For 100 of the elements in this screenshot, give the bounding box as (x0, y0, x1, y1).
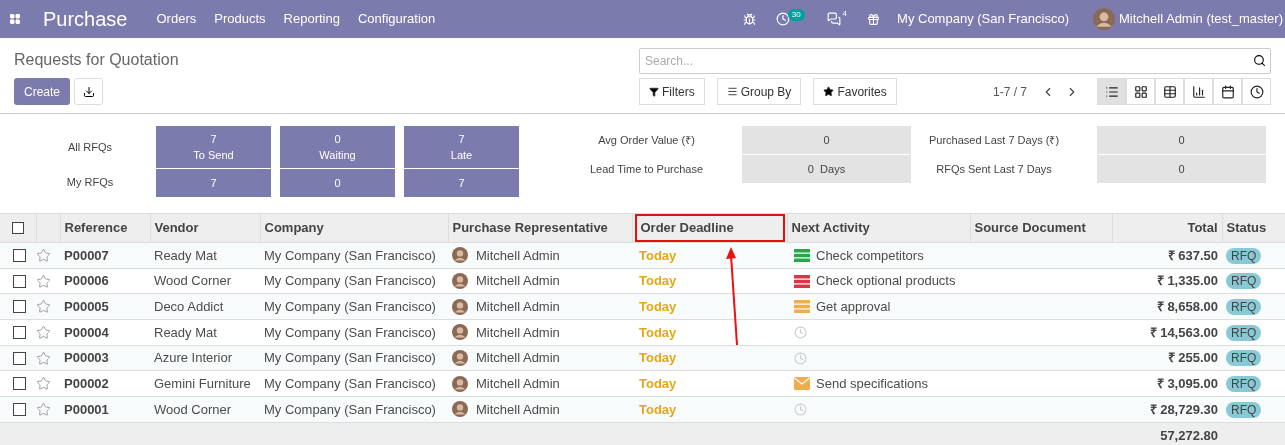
messages-icon[interactable] (826, 12, 841, 26)
menu-link[interactable]: Products (205, 9, 275, 29)
view-switch-button[interactable] (1213, 78, 1242, 105)
activity-icon[interactable] (775, 12, 790, 26)
row-checkbox[interactable] (13, 248, 26, 262)
star-icon[interactable] (36, 299, 51, 315)
representative-cell-text: Mitchell Admin (476, 349, 560, 368)
group-by-button[interactable]: Group By (716, 78, 802, 105)
reference-cell: P00004 (64, 324, 109, 340)
view-switch-button[interactable] (1097, 78, 1126, 105)
row-checkbox[interactable] (13, 377, 26, 391)
deadline-cell: Today (639, 376, 677, 392)
row-checkbox[interactable] (13, 300, 26, 314)
download-icon (82, 85, 95, 98)
menu-link[interactable]: Reporting (274, 9, 349, 29)
representative-cell-text: Mitchell Admin (476, 323, 560, 342)
deadline-cell: Today (639, 273, 677, 289)
app-title: Purchase (43, 7, 128, 32)
menu-link[interactable]: Orders (147, 9, 206, 29)
avatar-icon (452, 401, 468, 418)
search-field[interactable]: Search... (639, 48, 1271, 74)
row-checkbox[interactable] (13, 402, 26, 416)
filters-button[interactable]: Filters (639, 78, 705, 105)
vendor-cell: Ready Mat (154, 324, 217, 340)
column-header[interactable]: Reference (60, 216, 150, 240)
row-checkbox[interactable] (13, 274, 26, 288)
search-icon[interactable] (1253, 54, 1266, 67)
gift-icon[interactable] (867, 12, 881, 26)
representative-cell-text: Mitchell Admin (476, 246, 560, 265)
vendor-cell: Ready Mat (154, 247, 217, 263)
company-switcher[interactable]: My Company (San Francisco) (897, 9, 1069, 29)
message-count: 4 (842, 8, 848, 20)
star-icon[interactable] (36, 273, 51, 289)
vendor-cell: Azure Interior (154, 350, 233, 366)
star-icon[interactable] (36, 401, 51, 417)
status-badge: RFQ (1226, 350, 1262, 367)
star-icon[interactable] (36, 324, 51, 340)
company-cell: My Company (San Francisco) (264, 324, 436, 340)
total-cell: ₹ 255.00 (1167, 350, 1218, 366)
view-switch-button[interactable] (1242, 78, 1271, 105)
company-cell: My Company (San Francisco) (264, 247, 436, 263)
bug-icon[interactable] (742, 12, 756, 26)
todo-list-icon[interactable] (794, 248, 810, 262)
star-icon[interactable] (36, 350, 51, 366)
row-checkbox[interactable] (13, 325, 26, 339)
favorites-button[interactable]: Favorites (813, 78, 897, 105)
column-header[interactable]: Total (1112, 216, 1222, 240)
my-rfq-count-tile[interactable]: 0 (280, 169, 395, 197)
reference-cell: P00007 (64, 247, 109, 263)
vendor-cell: Wood Corner (154, 273, 232, 289)
company-cell: My Company (San Francisco) (264, 350, 436, 366)
todo-list-icon[interactable] (794, 274, 810, 288)
download-button[interactable] (74, 78, 104, 105)
activity-text: Check competitors (816, 246, 924, 265)
deadline-cell: Today (639, 350, 677, 366)
reference-cell: P00006 (64, 273, 109, 289)
view-switch-button[interactable] (1184, 78, 1213, 105)
reference-cell: P00005 (64, 298, 109, 314)
total-cell: ₹ 3,095.00 (1156, 376, 1218, 392)
status-badge: RFQ (1226, 324, 1262, 341)
column-header[interactable]: Source Document (970, 216, 1112, 240)
status-badge: RFQ (1226, 273, 1262, 290)
total-cell: ₹ 637.50 (1167, 247, 1218, 263)
column-header[interactable]: Purchase Representative (448, 216, 632, 240)
stat-label: RFQs Sent Last 7 Days (935, 161, 1053, 177)
menu-link[interactable]: Configuration (348, 9, 445, 29)
vendor-cell: Deco Addict (154, 298, 224, 314)
deadline-cell: Today (639, 324, 677, 340)
total-cell: ₹ 1,335.00 (1156, 273, 1218, 289)
reference-cell: P00001 (64, 401, 109, 417)
my-rfq-count-tile[interactable]: 7 (404, 169, 519, 197)
column-header[interactable]: Status (1222, 216, 1285, 240)
select-all-checkbox[interactable] (11, 222, 24, 234)
avatar-icon (452, 273, 468, 290)
avatar-icon (452, 298, 468, 315)
filter-icon (649, 86, 659, 97)
column-header[interactable]: Vendor (150, 216, 260, 240)
column-header[interactable]: Order Deadline (634, 214, 785, 242)
rfq-count-tile[interactable]: 0 Waiting (280, 126, 395, 168)
apps-menu-icon[interactable] (9, 13, 21, 25)
menu-icon (726, 86, 738, 97)
stat-value: 0 Days (742, 155, 911, 183)
user-menu[interactable]: Mitchell Admin (test_master) (1119, 9, 1283, 29)
sum-total: 57,272.80 (1160, 427, 1218, 443)
avatar-icon (1093, 8, 1115, 30)
my-rfq-count-tile[interactable]: 7 (156, 169, 271, 197)
activity-count-badge: 30 (787, 9, 805, 21)
view-switch-button[interactable] (1155, 78, 1184, 105)
rfq-count-tile[interactable]: 7 Late (404, 126, 519, 168)
row-checkbox[interactable] (13, 351, 26, 365)
rfq-count-tile[interactable]: 7 To Send (156, 126, 271, 168)
star-icon[interactable] (36, 376, 51, 392)
total-cell: ₹ 8,658.00 (1156, 298, 1218, 314)
activity-text: Get approval (816, 297, 891, 316)
star-icon[interactable] (36, 247, 51, 263)
column-header[interactable]: Company (260, 216, 448, 240)
column-header[interactable]: Next Activity (787, 216, 970, 240)
create-button[interactable]: Create (14, 78, 71, 105)
view-switch-button[interactable] (1126, 78, 1155, 105)
total-cell: ₹ 14,563.00 (1149, 324, 1218, 340)
